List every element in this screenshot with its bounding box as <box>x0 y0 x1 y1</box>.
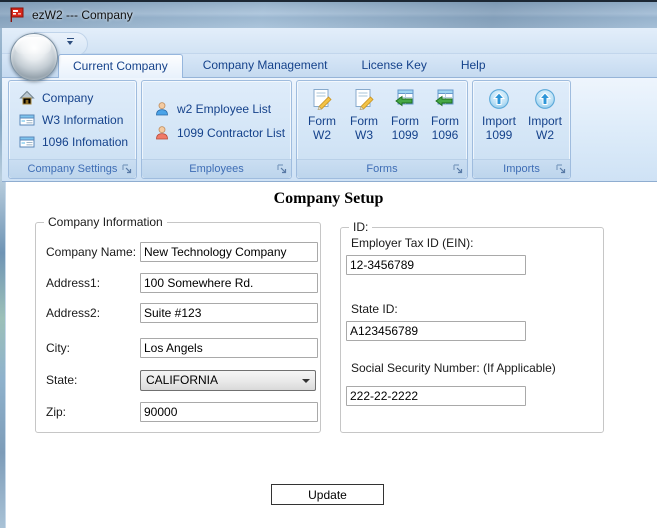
company-name-input[interactable] <box>140 242 318 262</box>
window-title: ezW2 --- Company <box>32 8 133 22</box>
ribbon-group-caption: Company Settings <box>9 159 136 178</box>
ribbon-group-caption: Employees <box>142 159 291 178</box>
app-window: ezW2 --- Company Current Company Company… <box>0 0 657 528</box>
ssn-input[interactable] <box>346 386 526 406</box>
update-button[interactable]: Update <box>271 484 384 505</box>
ribbon-item-label-line2: 1096 <box>431 128 459 142</box>
ribbon-item-label-line1: Form <box>308 114 336 128</box>
ssn-label: Social Security Number: (If Applicable) <box>351 361 556 375</box>
state-id-input[interactable] <box>346 321 526 341</box>
form-table-icon <box>19 136 35 148</box>
orb-shine <box>15 37 51 54</box>
ribbon-item-w3-information[interactable]: W3 Information <box>19 112 123 128</box>
ribbon-group-forms: Form W2 Form W3 Form 1099 Form 1096 Form… <box>296 80 468 179</box>
state-id-label: State ID: <box>351 302 398 316</box>
ein-label: Employer Tax ID (EIN): <box>351 236 474 250</box>
document-pencil-icon <box>313 89 332 110</box>
state-label: State: <box>46 373 78 387</box>
ribbon-tab-strip: Current Company Company Management Licen… <box>2 54 657 78</box>
ribbon-group-caption: Forms <box>297 159 467 178</box>
ribbon-item-label-line2: 1099 <box>391 128 419 142</box>
ribbon-item-label-line1: Form <box>431 114 459 128</box>
circle-up-arrow-icon <box>489 89 509 109</box>
zip-label: Zip: <box>46 405 67 419</box>
page-title: Company Setup <box>273 190 384 207</box>
tab-current-company[interactable]: Current Company <box>58 54 183 78</box>
state-combobox[interactable]: CALIFORNIA <box>140 370 316 391</box>
dialog-launcher-icon[interactable] <box>276 163 288 175</box>
ribbon-item-label-line1: Form <box>350 114 378 128</box>
ribbon-item-label: W3 Information <box>42 113 124 127</box>
house-icon <box>19 90 35 105</box>
address1-input[interactable] <box>140 273 318 293</box>
tab-license-key[interactable]: License Key <box>347 54 440 77</box>
ein-input[interactable] <box>346 255 526 275</box>
table-green-arrow-icon <box>395 89 414 107</box>
qat-dropdown-icon[interactable] <box>66 37 75 47</box>
ribbon-group-caption: Imports <box>473 159 570 178</box>
application-menu-button[interactable] <box>10 33 58 81</box>
id-legend: ID: <box>349 220 373 234</box>
combobox-arrow-icon <box>297 372 314 389</box>
ribbon-item-label: Company <box>42 91 94 105</box>
app-flag-icon <box>8 6 26 24</box>
contractor-red-icon <box>156 126 168 140</box>
ribbon-item-w2-employee-list[interactable]: w2 Employee List <box>154 101 271 117</box>
ribbon-item-label: 1096 Infomation <box>42 135 129 149</box>
ribbon-item-label: 1099 Contractor List <box>177 126 286 140</box>
address1-label: Address1: <box>46 276 101 290</box>
ribbon-item-label-line1: Import <box>527 114 562 128</box>
address2-input[interactable] <box>140 303 318 323</box>
ribbon-item-import-1099[interactable]: Import 1099 <box>477 86 521 142</box>
ribbon-item-1099-contractor-list[interactable]: 1099 Contractor List <box>154 125 285 141</box>
ribbon-item-form-w3[interactable]: Form W3 <box>343 86 385 142</box>
city-label: City: <box>46 341 70 355</box>
table-green-arrow-icon <box>435 89 454 107</box>
titlebar: ezW2 --- Company <box>0 0 657 28</box>
ribbon-item-label-line2: 1099 <box>485 128 513 142</box>
tab-company-management[interactable]: Company Management <box>189 54 342 77</box>
ribbon-item-label-line2: W2 <box>536 128 554 142</box>
ribbon-group-employees: w2 Employee List 1099 Contractor List Em… <box>141 80 292 179</box>
ribbon-item-form-w2[interactable]: Form W2 <box>301 86 343 142</box>
ribbon-item-company[interactable]: Company <box>19 90 93 106</box>
zip-input[interactable] <box>140 402 318 422</box>
company-name-label: Company Name: <box>46 245 137 259</box>
company-information-legend: Company Information <box>44 215 167 229</box>
ribbon-item-import-w2[interactable]: Import W2 <box>523 86 567 142</box>
ribbon-item-label-line2: W3 <box>355 128 373 142</box>
ribbon-group-imports: Import 1099 Import W2 Imports <box>472 80 571 179</box>
dialog-launcher-icon[interactable] <box>452 163 464 175</box>
ribbon-item-1096-infomation[interactable]: 1096 Infomation <box>19 134 128 150</box>
document-pencil-icon <box>355 89 374 110</box>
circle-up-arrow-icon <box>535 89 555 109</box>
main-content: Company Setup Company Information Compan… <box>6 182 657 528</box>
city-input[interactable] <box>140 338 318 358</box>
employee-blue-icon <box>156 102 168 116</box>
ribbon-item-label-line2: W2 <box>313 128 331 142</box>
ribbon-item-form-1096[interactable]: Form 1096 <box>424 86 466 142</box>
ribbon: Company W3 Information 1096 Infomation C… <box>2 78 657 182</box>
address2-label: Address2: <box>46 306 101 320</box>
ribbon-item-label: w2 Employee List <box>177 102 272 116</box>
ribbon-item-form-1099[interactable]: Form 1099 <box>384 86 426 142</box>
dialog-launcher-icon[interactable] <box>121 163 133 175</box>
dialog-launcher-icon[interactable] <box>555 163 567 175</box>
quick-access-toolbar <box>2 28 657 54</box>
ribbon-group-company-settings: Company W3 Information 1096 Infomation C… <box>8 80 137 179</box>
state-combobox-value: CALIFORNIA <box>146 373 219 387</box>
ribbon-item-label-line1: Form <box>391 114 419 128</box>
tab-help[interactable]: Help <box>447 54 500 77</box>
form-table-icon <box>19 114 35 126</box>
ribbon-item-label-line1: Import <box>481 114 516 128</box>
